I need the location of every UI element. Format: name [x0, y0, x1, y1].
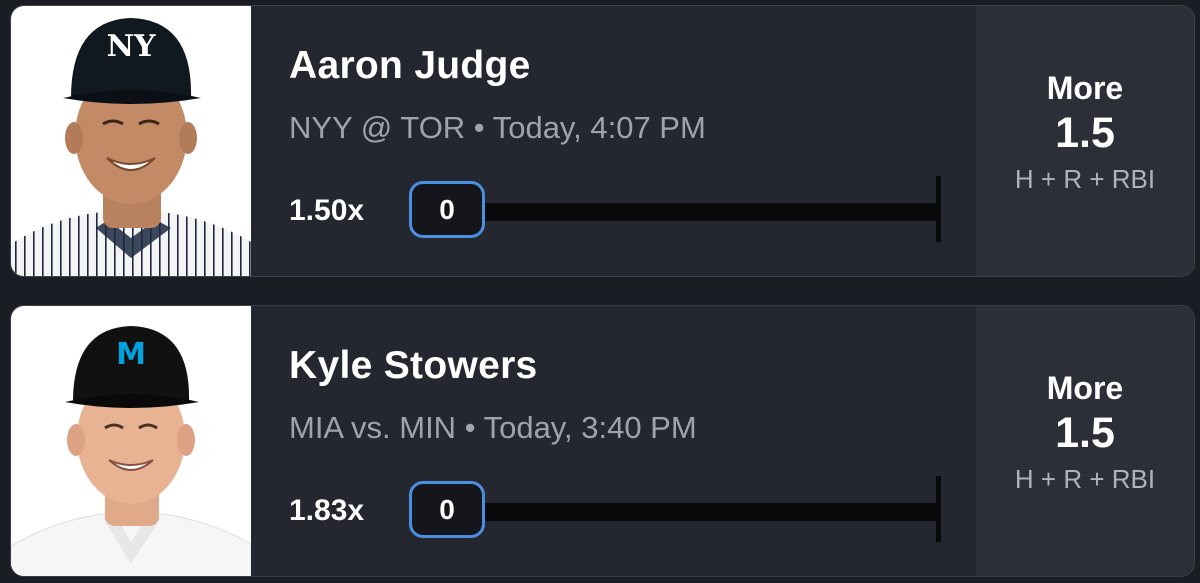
pick-direction: More [1046, 370, 1124, 406]
stat-type: H + R + RBI [1014, 164, 1156, 194]
stat-type: H + R + RBI [1014, 464, 1156, 494]
player-name: Aaron Judge [289, 44, 531, 87]
progress-track [431, 203, 941, 221]
progress-track [431, 503, 941, 521]
progress-target-marker [936, 476, 941, 542]
svg-text:M: M [116, 337, 146, 372]
m-logo-icon: M [116, 337, 146, 372]
pick-line: 1.5 [1055, 109, 1115, 157]
player-photo: M [11, 306, 251, 576]
multiplier: 1.83x [289, 494, 365, 527]
pick-side-panel[interactable]: More 1.5 H + R + RBI [976, 6, 1194, 276]
pick-line: 1.5 [1055, 409, 1115, 457]
pick-direction: More [1046, 70, 1124, 106]
pick-card[interactable]: M Kyle Stowers MIA vs. MIN • Today, 3:40… [10, 305, 1195, 577]
ny-logo-icon: NY [107, 29, 156, 64]
progress-target-marker [936, 176, 941, 242]
multiplier: 1.50x [289, 194, 365, 227]
svg-text:NY: NY [107, 29, 156, 64]
current-stat-pill: 0 [409, 481, 485, 538]
player-name: Kyle Stowers [289, 344, 538, 387]
game-info: MIA vs. MIN • Today, 3:40 PM [289, 410, 697, 445]
player-photo: NY [11, 6, 251, 276]
current-stat-pill: 0 [409, 181, 485, 238]
game-info: NYY @ TOR • Today, 4:07 PM [289, 110, 706, 145]
pick-side-panel[interactable]: More 1.5 H + R + RBI [976, 306, 1194, 576]
pick-card[interactable]: NY Aaron Judge NYY @ TOR • Today, 4:07 P… [10, 5, 1195, 277]
